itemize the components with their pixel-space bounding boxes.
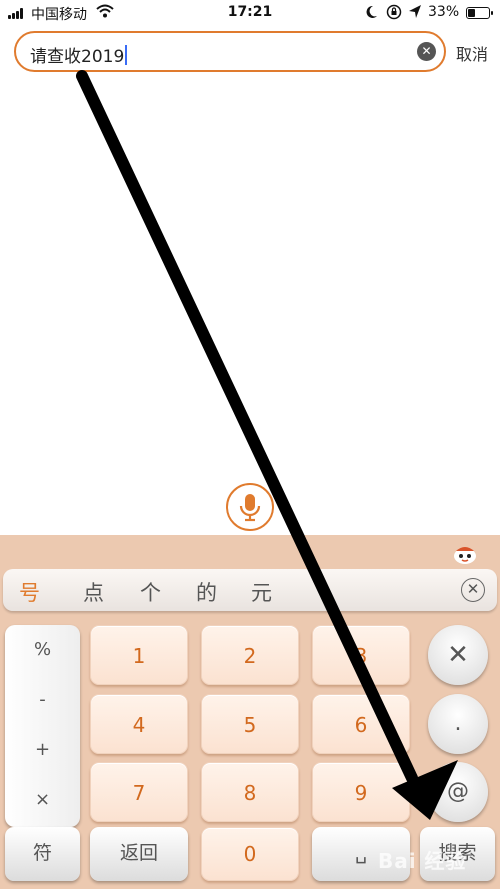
candidate-word[interactable]: 的	[196, 577, 217, 607]
location-icon	[409, 5, 421, 18]
minus-key[interactable]: -	[5, 689, 80, 710]
at-key[interactable]: @	[428, 762, 488, 822]
battery-icon	[466, 7, 493, 19]
key-8[interactable]: 8	[201, 762, 299, 822]
text-cursor	[125, 45, 128, 65]
candidate-word[interactable]: 元	[251, 577, 272, 607]
close-candidates-icon[interactable]: ✕	[461, 578, 485, 602]
candidate-bar: 号 点 个 的 元 ✕	[3, 569, 497, 611]
voice-input-button[interactable]	[226, 483, 274, 531]
clear-icon[interactable]: ✕	[417, 42, 436, 61]
moon-icon	[366, 5, 377, 18]
battery-fill	[468, 9, 476, 17]
candidate-word[interactable]: 号	[19, 577, 40, 607]
multiply-key[interactable]: ×	[5, 789, 80, 810]
key-4[interactable]: 4	[90, 694, 188, 754]
key-0[interactable]: 0	[201, 827, 299, 881]
percent-key[interactable]: %	[5, 639, 80, 660]
cancel-button[interactable]: 取消	[456, 41, 488, 65]
key-9[interactable]: 9	[312, 762, 410, 822]
status-bar: 中国移动 17:21 33%	[0, 0, 500, 26]
search-query-wrap: 请查收2019	[30, 42, 128, 67]
search-query: 请查收2019	[30, 47, 125, 67]
plus-key[interactable]: +	[5, 739, 80, 760]
dot-key[interactable]: .	[428, 694, 488, 754]
key-6[interactable]: 6	[312, 694, 410, 754]
rotation-lock-icon	[386, 4, 402, 20]
screen: 中国移动 17:21 33% 请查收2019 ✕ 取消 号 点 个 的 元 ✕ …	[0, 0, 500, 889]
clock: 17:21	[227, 4, 273, 20]
candidate-word[interactable]: 点	[83, 577, 104, 607]
symbols-key[interactable]: 符	[5, 827, 80, 881]
key-5[interactable]: 5	[201, 694, 299, 754]
keyboard: 号 点 个 的 元 ✕ % - + × 1 2 3 4 5 6 7 8 9 ✕ …	[0, 535, 500, 889]
search-input[interactable]: 请查收2019 ✕	[14, 31, 446, 72]
watermark: Bai 经验	[378, 849, 467, 873]
key-3[interactable]: 3	[312, 625, 410, 685]
key-1[interactable]: 1	[90, 625, 188, 685]
symbol-column: % - + ×	[5, 625, 80, 827]
delete-key[interactable]: ✕	[428, 625, 488, 685]
microphone-icon	[239, 494, 261, 522]
key-7[interactable]: 7	[90, 762, 188, 822]
back-key[interactable]: 返回	[90, 827, 188, 881]
keyboard-logo-icon[interactable]	[452, 543, 478, 565]
battery-percent: 33%	[428, 4, 460, 20]
key-2[interactable]: 2	[201, 625, 299, 685]
candidate-word[interactable]: 个	[140, 577, 161, 607]
